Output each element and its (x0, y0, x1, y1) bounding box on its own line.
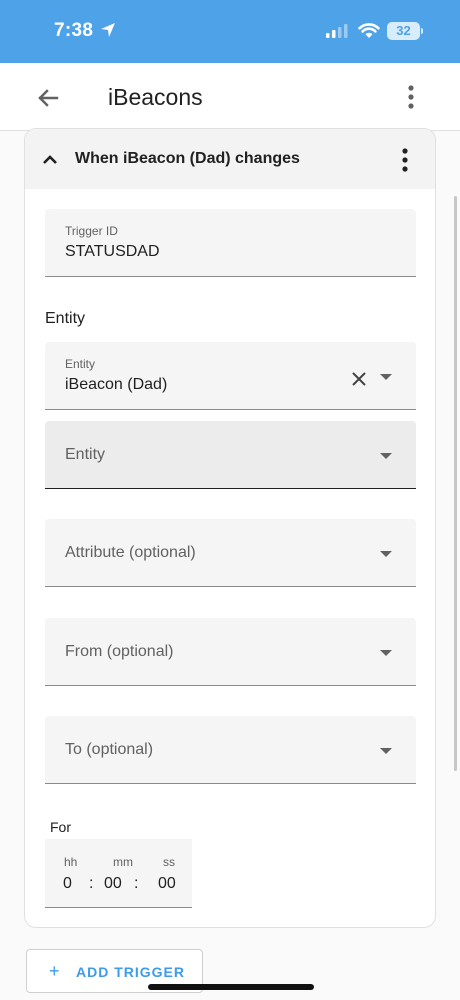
trigger-id-value: STATUSDAD (65, 243, 160, 260)
trigger-card-title: When iBeacon (Dad) changes (75, 150, 300, 167)
chevron-up-icon[interactable] (41, 151, 59, 169)
wifi-icon (358, 23, 380, 38)
cellular-signal-icon (326, 24, 348, 38)
dropdown-arrow-icon[interactable] (379, 550, 393, 558)
time-separator: : (89, 875, 94, 892)
seconds-input[interactable]: 00 (158, 875, 176, 893)
status-time: 7:38 (54, 20, 94, 41)
hours-input[interactable]: 0 (63, 875, 72, 893)
scrollbar[interactable] (454, 196, 457, 771)
entity-field-label: Entity (65, 357, 96, 371)
add-trigger-label: ADD TRIGGER (76, 964, 185, 980)
dropdown-arrow-icon[interactable] (379, 747, 393, 755)
entity-field-value: iBeacon (Dad) (65, 376, 168, 393)
entity-picker-field[interactable]: Entity (45, 421, 416, 489)
more-vert-icon[interactable] (399, 83, 423, 111)
app-bar: iBeacons (0, 63, 460, 131)
duration-input: hh mm ss 0 : 00 : 00 (45, 839, 192, 908)
trigger-id-field[interactable]: Trigger ID STATUSDAD (45, 209, 416, 277)
from-placeholder: From (optional) (65, 643, 174, 660)
location-arrow-icon (101, 23, 115, 37)
attribute-field[interactable]: Attribute (optional) (45, 519, 416, 587)
minutes-unit-label: mm (113, 855, 133, 869)
minutes-input[interactable]: 00 (104, 875, 122, 893)
close-icon[interactable] (350, 370, 368, 388)
status-bar: 7:38 32 (0, 0, 460, 63)
hours-unit-label: hh (64, 855, 78, 869)
battery-indicator: 32 (387, 22, 420, 40)
plus-icon: + (49, 961, 60, 981)
entity-section-label: Entity (45, 310, 86, 327)
from-field[interactable]: From (optional) (45, 618, 416, 686)
entity-selected-field[interactable]: Entity iBeacon (Dad) (45, 342, 416, 410)
battery-tip (421, 28, 423, 34)
time-separator: : (134, 875, 139, 892)
to-placeholder: To (optional) (65, 741, 154, 758)
trigger-id-label: Trigger ID (65, 224, 118, 238)
dropdown-arrow-icon[interactable] (379, 373, 393, 381)
page-title: iBeacons (108, 84, 203, 110)
more-vert-icon[interactable] (395, 147, 415, 173)
trigger-card-header[interactable]: When iBeacon (Dad) changes (25, 129, 435, 189)
entity-picker-placeholder: Entity (65, 446, 106, 463)
dropdown-arrow-icon[interactable] (379, 452, 393, 460)
trigger-card: When iBeacon (Dad) changes Trigger ID ST… (24, 128, 436, 928)
dropdown-arrow-icon[interactable] (379, 649, 393, 657)
home-indicator[interactable] (148, 984, 314, 990)
for-label: For (50, 819, 71, 835)
to-field[interactable]: To (optional) (45, 716, 416, 784)
attribute-placeholder: Attribute (optional) (65, 544, 196, 561)
back-arrow-icon[interactable] (33, 83, 63, 113)
seconds-unit-label: ss (163, 855, 175, 869)
